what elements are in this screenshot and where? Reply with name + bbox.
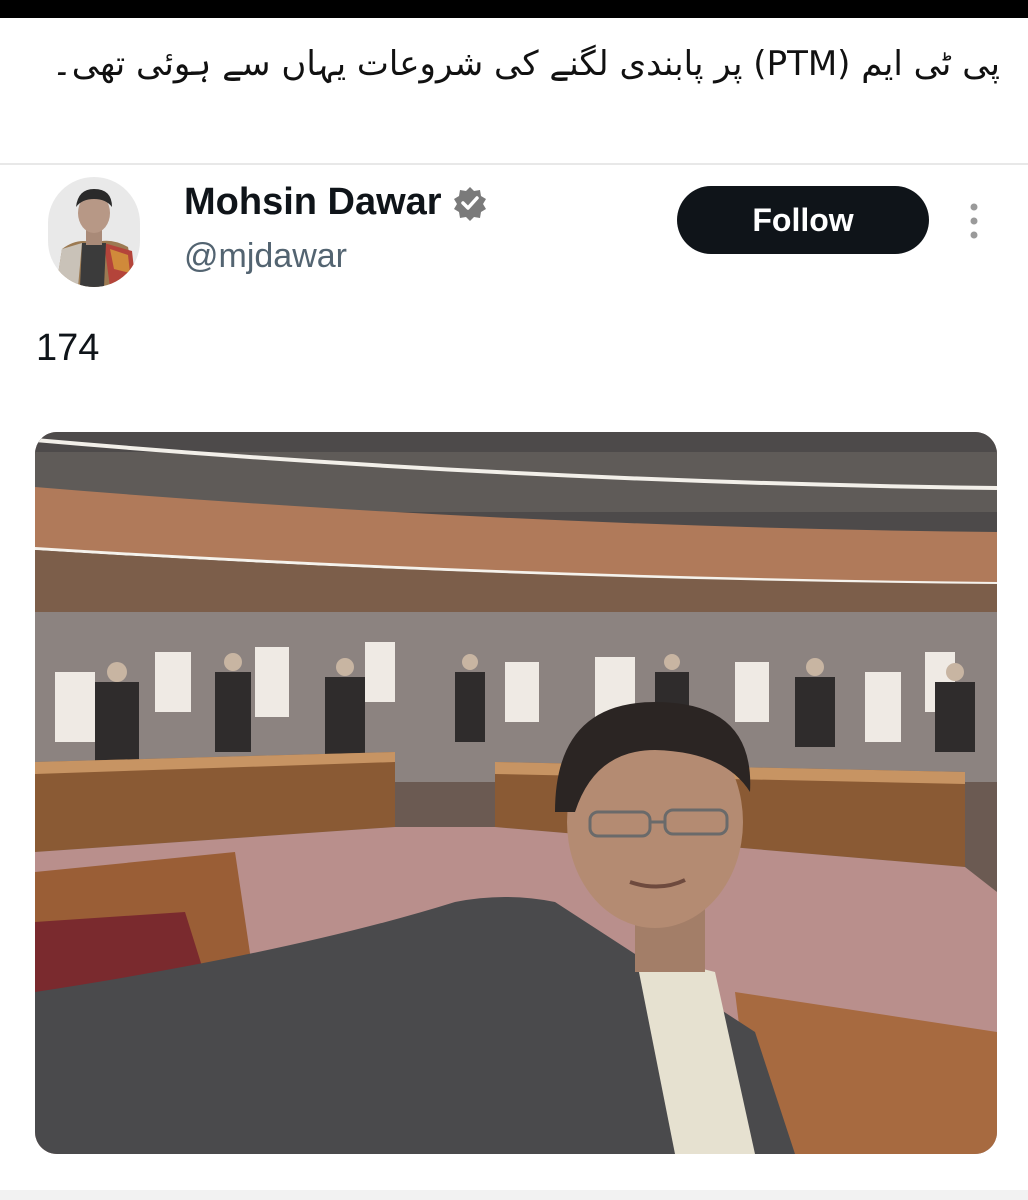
author-name[interactable]: Mohsin Dawar: [184, 181, 488, 224]
tweet-text: 174: [36, 327, 100, 369]
caption-text: پی ٹی ایم (PTM) پر پابندی لگنے کی شروعات…: [51, 44, 1000, 84]
follow-button[interactable]: Follow: [677, 186, 929, 254]
avatar-image: [48, 177, 140, 287]
tweet-card[interactable]: Mohsin Dawar @mjdawar Follow 174: [0, 165, 1028, 1190]
bottom-margin: [0, 1190, 1028, 1200]
author-handle[interactable]: @mjdawar: [184, 237, 347, 276]
avatar[interactable]: [48, 177, 140, 287]
verified-badge-icon: [452, 185, 488, 221]
screenshot-frame: پی ٹی ایم (PTM) پر پابندی لگنے کی شروعات…: [0, 0, 1028, 1200]
caption-card: پی ٹی ایم (PTM) پر پابندی لگنے کی شروعات…: [0, 18, 1028, 163]
tweet-photo[interactable]: [35, 432, 997, 1154]
more-vertical-icon[interactable]: [962, 201, 986, 241]
author-name-text[interactable]: Mohsin Dawar: [184, 181, 442, 224]
status-strip: [0, 0, 1028, 18]
parliament-photo-image: [35, 432, 997, 1154]
